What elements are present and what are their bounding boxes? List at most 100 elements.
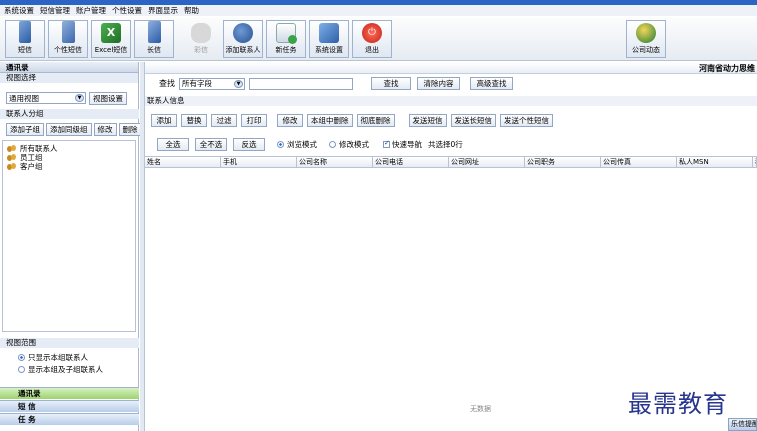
group-icon [7,153,17,162]
send-long-sms-button[interactable]: 发送长短信 [450,114,496,127]
selection-row: 全选 全不选 反选 浏览模式 修改模式 快速导航 共选择0行 [157,138,463,151]
edit-button[interactable]: 修改 [277,114,303,127]
search-button[interactable]: 查找 [371,77,411,90]
contact-group-label: 联系人分组 [0,109,139,119]
reminder-tab[interactable]: 乐信提醒 [728,418,757,431]
radio-dot-icon [18,353,25,361]
nav-sms[interactable]: 短 信 [0,400,139,412]
new-task-icon [276,23,297,44]
contacts-icon [7,144,17,153]
chevron-down-icon: ▼ [75,94,84,102]
group-tree: 所有联系人 员工组 客户组 [2,140,136,332]
left-panel: 通讯录 视图选择 通用视图 ▼ 视图设置 联系人分组 添加子组 添加同级组 修改… [0,62,142,431]
column-header[interactable]: 姓名 [145,157,221,167]
add-contact-icon [233,23,253,43]
menu-system[interactable]: 系统设置 [4,5,34,16]
radio-dot-icon [277,141,284,148]
sms-button[interactable]: 短信 [5,20,45,58]
menu-account[interactable]: 账户管理 [76,5,106,16]
excel-icon: X [101,23,121,43]
view-range-label: 视图范围 [0,338,139,348]
main-header: 河南省动力思维 [145,62,757,74]
delete-group-button[interactable]: 删除 [118,123,142,136]
clear-button[interactable]: 清除内容 [417,77,460,90]
radio-edit-mode[interactable]: 修改模式 [323,139,369,151]
column-header[interactable]: 私人MSN [677,157,753,167]
view-select-label: 视图选择 [0,73,138,83]
view-range-options: 只显示本组联系人 显示本组及子组联系人 [0,351,139,375]
view-row: 通用视图 ▼ 视图设置 [6,92,127,105]
phone-icon [19,21,31,43]
radio-this-group[interactable]: 只显示本组联系人 [0,351,139,363]
checkbox-icon [383,139,390,148]
column-header[interactable]: 公司电话 [373,157,449,167]
filter-button[interactable]: 过滤 [211,114,237,127]
company-name: 河南省动力思维 [699,64,755,73]
add-sibling-group-button[interactable]: 添加同级组 [46,123,92,136]
search-label: 查找 [159,79,175,88]
edit-group-button[interactable]: 修改 [93,123,117,136]
advanced-search-button[interactable]: 高级查找 [470,77,513,90]
settings-button[interactable]: 系统设置 [309,20,349,58]
invert-selection-button[interactable]: 反选 [233,138,265,151]
view-settings-button[interactable]: 视图设置 [89,92,127,105]
tree-item-customers[interactable]: 客户组 [3,162,135,171]
quick-nav-checkbox[interactable]: 快速导航 [383,139,422,150]
personal-sms-icon [61,21,75,43]
watermark: 最需教育 [628,390,728,418]
delete-from-group-button[interactable]: 本组中删除 [307,114,353,127]
search-field-select[interactable]: 所有字段 ▼ [179,77,245,90]
chevron-down-icon: ▼ [234,79,243,88]
menu-bar: 系统设置 短信管理 账户管理 个性设置 界面显示 帮助 [0,5,757,16]
menu-help[interactable]: 帮助 [184,5,199,16]
send-sms-button[interactable]: 发送短信 [408,114,447,127]
mms-button[interactable]: 彩信 [181,20,221,58]
nav-contacts[interactable]: 通讯录 [0,387,139,399]
long-message-button[interactable]: 长信 [134,20,174,58]
search-input[interactable] [249,77,353,90]
radio-include-subgroups[interactable]: 显示本组及子组联系人 [0,363,139,375]
column-header[interactable]: 公司名称 [297,157,373,167]
selected-count: 共选择0行 [428,140,463,149]
menu-personal[interactable]: 个性设置 [112,5,142,16]
excel-sms-button[interactable]: X Excel短信 [91,20,131,58]
add-contact-button[interactable]: 添加联系人 [223,20,263,58]
select-all-button[interactable]: 全选 [157,138,189,151]
group-buttons: 添加子组 添加同级组 修改 删除 [6,123,142,136]
mms-icon [191,23,211,43]
exit-button[interactable]: ⏻ 退出 [352,20,392,58]
menu-display[interactable]: 界面显示 [148,5,178,16]
column-header[interactable]: 公司网址 [449,157,525,167]
add-button[interactable]: 添加 [151,114,177,127]
column-header[interactable]: 手机 [221,157,297,167]
send-personal-sms-button[interactable]: 发送个性短信 [500,114,553,127]
globe-icon [636,23,656,43]
table-header: 姓名 手机 公司名称 公司电话 公司网址 公司职务 公司传真 私人MSN 私 [145,157,757,168]
contacts-header: 通讯录 [0,62,138,73]
personal-sms-button[interactable]: 个性短信 [48,20,88,58]
select-none-button[interactable]: 全不选 [195,138,227,151]
group-icon [7,162,17,171]
print-button[interactable]: 打印 [241,114,267,127]
delete-permanently-button[interactable]: 彻底删除 [356,114,395,127]
column-header[interactable]: 私 [753,157,757,167]
menu-sms[interactable]: 短信管理 [40,5,70,16]
power-icon: ⏻ [362,23,382,43]
radio-dot-icon [18,365,25,373]
action-row: 添加 替换 过滤 打印 修改 本组中删除 彻底删除 发送短信 发送长短信 发送个… [151,114,553,127]
add-subgroup-button[interactable]: 添加子组 [6,123,44,136]
company-news-button[interactable]: 公司动态 [626,20,666,58]
radio-browse-mode[interactable]: 浏览模式 [271,139,317,151]
contact-info-label: 联系人信息 [145,96,757,106]
long-message-icon [147,21,161,43]
main-panel: 河南省动力思维 查找 所有字段 ▼ 查找 清除内容 高级查找 联系人信息 添加 … [145,62,757,431]
replace-button[interactable]: 替换 [181,114,207,127]
toolbar: 短信 个性短信 X Excel短信 长信 彩信 添加联系人 新任务 系统设置 ⏻… [0,17,757,61]
nav-tasks[interactable]: 任 务 [0,413,139,425]
view-select[interactable]: 通用视图 ▼ [6,92,86,104]
radio-dot-icon [329,141,336,148]
new-task-button[interactable]: 新任务 [266,20,306,58]
empty-message: 无数据 [470,405,491,413]
column-header[interactable]: 公司职务 [525,157,601,167]
column-header[interactable]: 公司传真 [601,157,677,167]
